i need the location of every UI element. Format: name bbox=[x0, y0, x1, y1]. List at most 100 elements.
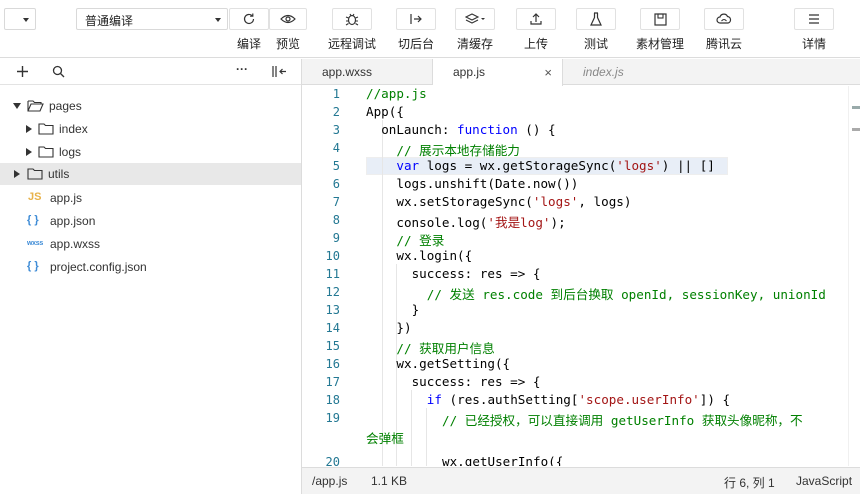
compile-mode-select[interactable]: 普通编译 bbox=[76, 8, 228, 30]
js-file-icon: JS bbox=[28, 191, 42, 203]
assets-icon bbox=[653, 12, 667, 26]
switch-backend-button[interactable] bbox=[396, 8, 436, 30]
wxss-file-icon: wxss bbox=[27, 240, 43, 247]
tab-app-js[interactable]: app.js × bbox=[433, 59, 563, 86]
assets-manage-label: 素材管理 bbox=[635, 37, 684, 51]
code-token: if bbox=[426, 392, 442, 407]
status-language-mode[interactable]: JavaScript bbox=[796, 474, 852, 488]
scrollbar-marker bbox=[852, 106, 860, 109]
folder-icon bbox=[38, 146, 54, 158]
code-token: ); bbox=[550, 215, 566, 230]
line-number: 6 bbox=[332, 177, 340, 191]
code-line: success: res => { bbox=[412, 374, 541, 389]
code-token: App({ bbox=[366, 104, 404, 119]
test-button[interactable] bbox=[576, 8, 616, 30]
tree-folder-index[interactable]: index bbox=[0, 118, 301, 140]
compile-button[interactable] bbox=[229, 8, 269, 30]
tree-label: app.json bbox=[50, 214, 96, 228]
more-icon[interactable]: ··· bbox=[236, 62, 248, 76]
code-line: // 获取用户信息 bbox=[396, 338, 494, 357]
tree-folder-utils[interactable]: utils bbox=[0, 163, 301, 185]
code-token: console.log( bbox=[396, 215, 488, 230]
close-icon[interactable]: × bbox=[544, 65, 552, 80]
tencent-cloud-label: 腾讯云 bbox=[705, 37, 742, 51]
line-number: 19 bbox=[325, 411, 340, 425]
line-number: 14 bbox=[325, 321, 340, 335]
tree-label: pages bbox=[49, 99, 82, 113]
switch-backend-label: 切后台 bbox=[397, 37, 434, 51]
collapse-panel-icon[interactable] bbox=[272, 65, 288, 78]
indent-guide bbox=[411, 390, 412, 466]
tree-file-app-wxss[interactable]: wxss app.wxss bbox=[0, 233, 301, 255]
add-icon[interactable] bbox=[16, 65, 29, 78]
main-toolbar: 普通编译 编译 预览 远程调试 切后台 清缓存 上传 测试 素材管理 腾讯云 详… bbox=[0, 0, 860, 58]
search-icon[interactable] bbox=[52, 65, 65, 78]
code-line: console.log('我是log'); bbox=[396, 212, 565, 231]
line-number: 17 bbox=[325, 375, 340, 389]
code-editor[interactable]: 1 //app.js 2 App({3 onLaunch: function () {4… bbox=[302, 86, 860, 466]
test-label: 测试 bbox=[583, 37, 608, 51]
code-line: // 展示本地存储能力 bbox=[396, 140, 520, 159]
tree-label: app.js bbox=[50, 191, 83, 205]
upload-button[interactable] bbox=[516, 8, 556, 30]
tree-file-project-config-json[interactable]: { } project.config.json bbox=[0, 256, 301, 278]
code-token: // 获取用户信息 bbox=[396, 341, 495, 356]
code-token: (res.authSetting[ bbox=[441, 392, 579, 407]
code-token: success: res => { bbox=[411, 374, 541, 389]
code-token: function bbox=[457, 122, 518, 137]
code-token: logs.unshift(Date.now()) bbox=[396, 176, 579, 191]
upload-label: 上传 bbox=[523, 37, 548, 51]
status-file-path: /app.js bbox=[312, 474, 348, 488]
code-line: //app.js bbox=[366, 86, 427, 101]
code-line: onLaunch: function () { bbox=[381, 122, 555, 137]
chevron-right-icon bbox=[26, 148, 32, 156]
tree-label: logs bbox=[59, 145, 82, 159]
code-line: App({ bbox=[366, 104, 404, 119]
status-file-size: 1.1 KB bbox=[371, 474, 408, 488]
line-number: 12 bbox=[325, 285, 340, 299]
code-token: 'logs' bbox=[616, 158, 662, 173]
preview-button[interactable] bbox=[269, 8, 307, 30]
tree-file-app-json[interactable]: { } app.json bbox=[0, 210, 301, 232]
code-token: 'scope.userInfo' bbox=[578, 392, 700, 407]
line-number: 10 bbox=[325, 249, 340, 263]
code-token: //app.js bbox=[366, 86, 427, 101]
assets-manage-button[interactable] bbox=[640, 8, 680, 30]
chevron-down-icon bbox=[215, 18, 221, 22]
tab-index-js[interactable]: index.js bbox=[563, 59, 693, 85]
code-token: // 登录 bbox=[396, 233, 445, 248]
explorer-header: ··· bbox=[0, 59, 301, 85]
line-number: 20 bbox=[325, 455, 340, 466]
line-number: 2 bbox=[332, 105, 340, 119]
line-number: 7 bbox=[332, 195, 340, 209]
tree-folder-logs[interactable]: logs bbox=[0, 141, 301, 163]
remote-debug-button[interactable] bbox=[332, 8, 372, 30]
code-line: wx.getUserInfo({ bbox=[442, 454, 563, 466]
details-button[interactable] bbox=[794, 8, 834, 30]
code-token: '我是log' bbox=[487, 215, 551, 230]
tree-file-app-js[interactable]: JS app.js bbox=[0, 187, 301, 209]
code-line: logs.unshift(Date.now()) bbox=[396, 176, 578, 191]
clear-cache-button[interactable] bbox=[455, 8, 495, 30]
code-token: // 发送 res.code 到后台换取 openId, sessionKey,… bbox=[426, 287, 826, 302]
chevron-down-icon bbox=[13, 103, 21, 109]
code-line: wx.setStorageSync('logs', logs) bbox=[396, 194, 631, 209]
mode-select[interactable] bbox=[4, 8, 36, 30]
tencent-cloud-button[interactable] bbox=[704, 8, 744, 30]
line-number: 11 bbox=[325, 267, 340, 281]
remote-debug-label: 远程调试 bbox=[327, 37, 376, 51]
status-cursor-position[interactable]: 行 6, 列 1 bbox=[724, 474, 775, 491]
tree-label: project.config.json bbox=[50, 260, 147, 274]
tree-folder-pages[interactable]: pages bbox=[0, 95, 301, 117]
tab-app-wxss[interactable]: app.wxss bbox=[302, 59, 433, 85]
tree-label: index bbox=[59, 122, 88, 136]
code-token: onLaunch: bbox=[381, 122, 458, 137]
editor-scrollbar[interactable] bbox=[848, 86, 860, 466]
code-line: } bbox=[412, 302, 420, 317]
chevron-down-icon bbox=[23, 18, 29, 22]
indent-guide bbox=[382, 120, 383, 466]
folder-icon bbox=[38, 123, 54, 135]
code-token: wx.setStorageSync( bbox=[396, 194, 533, 209]
line-number: 1 bbox=[332, 87, 340, 101]
code-token: // 已经授权，可以直接调用 getUserInfo 获取头像昵称，不 bbox=[442, 413, 803, 428]
